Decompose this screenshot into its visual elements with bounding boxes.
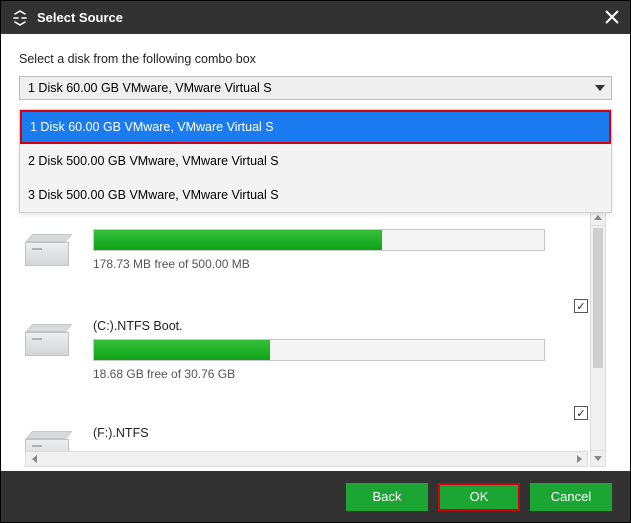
partition-row: (C:).NTFS Boot. 18.68 GB free of 30.76 G… — [25, 319, 606, 381]
partition-name: (F:).NTFS — [93, 426, 606, 440]
ok-button[interactable]: OK — [438, 483, 520, 511]
usage-bar — [93, 339, 545, 361]
disk-combo[interactable]: 1 Disk 60.00 GB VMware, VMware Virtual S — [19, 76, 612, 100]
dialog-body: Select a disk from the following combo b… — [1, 34, 630, 472]
usage-bar — [93, 229, 545, 251]
partition-name: (C:).NTFS Boot. — [93, 319, 606, 333]
partition-checkbox[interactable] — [574, 406, 588, 420]
chevron-down-icon — [595, 85, 605, 91]
dropdown-option[interactable]: 1 Disk 60.00 GB VMware, VMware Virtual S — [20, 110, 611, 144]
dropdown-option[interactable]: 3 Disk 500.00 GB VMware, VMware Virtual … — [20, 178, 611, 212]
scroll-thumb[interactable] — [593, 228, 603, 368]
partition-row: 178.73 MB free of 500.00 MB — [25, 229, 606, 274]
disk-dropdown: 1 Disk 60.00 GB VMware, VMware Virtual S… — [19, 109, 612, 213]
window-title: Select Source — [37, 10, 123, 25]
horizontal-scrollbar[interactable] — [25, 451, 588, 467]
free-space-label: 178.73 MB free of 500.00 MB — [93, 257, 606, 271]
scroll-left-button[interactable] — [26, 452, 42, 466]
scroll-right-button[interactable] — [571, 452, 587, 466]
disk-icon — [25, 324, 73, 364]
free-space-label: 18.68 GB free of 30.76 GB — [93, 367, 606, 381]
instruction-label: Select a disk from the following combo b… — [19, 52, 612, 66]
close-button[interactable] — [602, 7, 622, 27]
cancel-button[interactable]: Cancel — [530, 483, 612, 511]
dropdown-option[interactable]: 2 Disk 500.00 GB VMware, VMware Virtual … — [20, 144, 611, 178]
scroll-down-button[interactable] — [591, 450, 605, 466]
partition-checkbox[interactable] — [574, 299, 588, 313]
vertical-scrollbar[interactable] — [590, 209, 606, 467]
back-button[interactable]: Back — [346, 483, 428, 511]
titlebar: Select Source — [1, 1, 630, 34]
partition-list: 178.73 MB free of 500.00 MB (C:).NTFS Bo… — [25, 209, 606, 467]
app-icon — [11, 9, 29, 27]
disk-icon — [25, 234, 73, 274]
combo-selected-text: 1 Disk 60.00 GB VMware, VMware Virtual S — [28, 81, 272, 95]
footer: Back OK Cancel — [1, 471, 630, 522]
